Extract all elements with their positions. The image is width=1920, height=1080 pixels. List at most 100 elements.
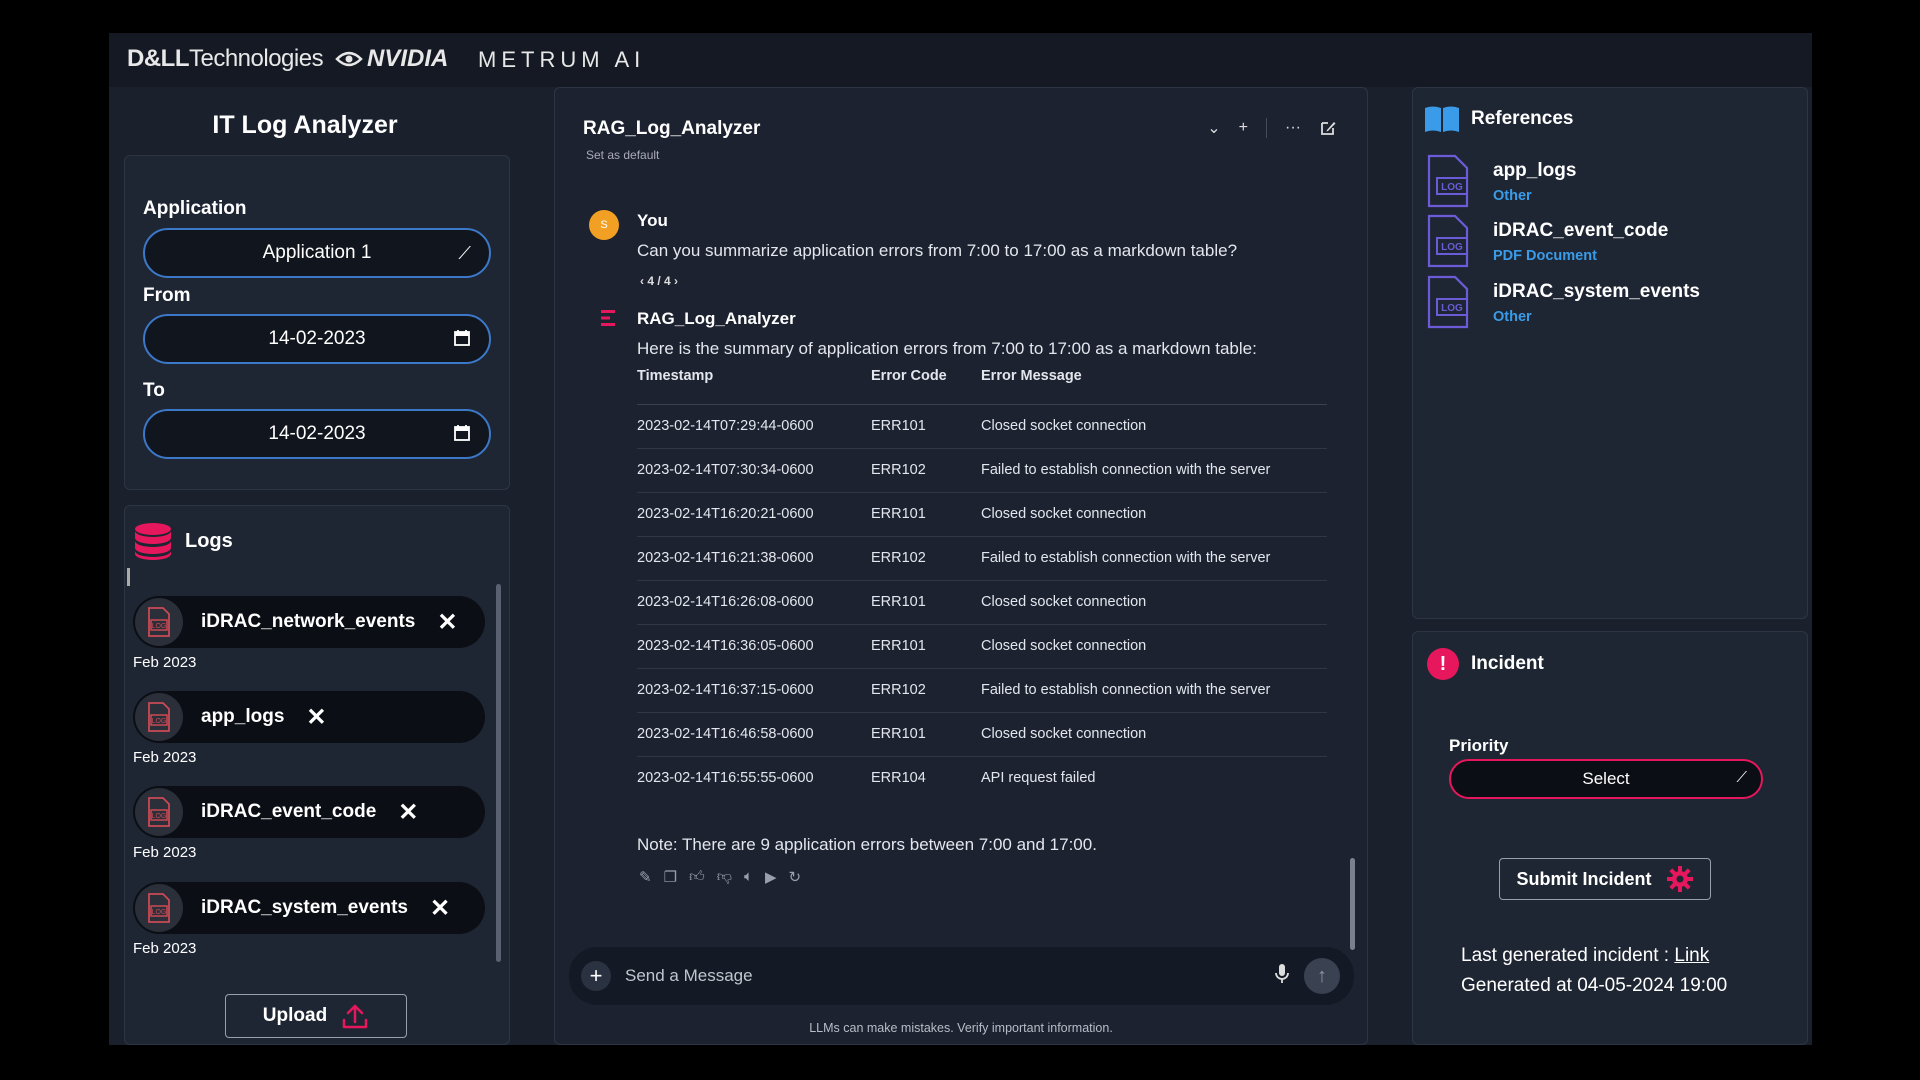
remove-log-icon[interactable]: ✕	[306, 703, 326, 732]
more-options-icon[interactable]: ···	[1285, 119, 1301, 137]
log-chip[interactable]: LOG iDRAC_event_code ✕	[133, 786, 485, 838]
submit-incident-button[interactable]: Submit Incident	[1499, 858, 1711, 900]
error-table: Timestamp Error Code Error Message 2023-…	[637, 368, 1327, 800]
to-date-field[interactable]: 14-02-2023	[143, 409, 491, 459]
message-input[interactable]	[625, 961, 1225, 991]
to-label: To	[143, 380, 165, 401]
application-label: Application	[143, 198, 247, 219]
table-row: 2023-02-14T16:20:21-0600 ERR101 Closed soc…	[637, 492, 1327, 537]
to-date-value: 14-02-2023	[268, 423, 366, 444]
reference-type: PDF Document	[1493, 248, 1597, 264]
log-chip[interactable]: LOG iDRAC_network_events ✕	[133, 596, 485, 648]
remove-log-icon[interactable]: ✕	[437, 608, 457, 637]
log-name: iDRAC_event_code	[201, 801, 377, 822]
message-actions: ✎ ❐ 👍︎ 👎︎ 🔈︎ ▶ ↻	[639, 868, 801, 886]
table-cell: Closed socket connection	[981, 580, 1327, 625]
svg-text:LOG: LOG	[1441, 182, 1463, 193]
reference-item[interactable]: LOG iDRAC_event_code PDF Document	[1425, 214, 1668, 268]
logs-scrollbar[interactable]	[496, 584, 501, 962]
copy-icon[interactable]: ❐	[664, 868, 677, 886]
upload-label: Upload	[262, 1005, 328, 1026]
table-cell: Closed socket connection	[981, 624, 1327, 669]
regenerate-icon[interactable]: ↻	[789, 868, 802, 886]
reference-name: iDRAC_system_events	[1493, 281, 1700, 302]
table-cell: ERR101	[871, 712, 981, 757]
from-date-value: 14-02-2023	[268, 328, 366, 349]
read-aloud-icon[interactable]: 🔈︎	[744, 868, 753, 886]
submit-incident-label: Submit Incident	[1516, 868, 1652, 889]
priority-label: Priority	[1449, 736, 1509, 755]
log-item: LOG iDRAC_event_code ✕ Feb 2023	[133, 786, 485, 861]
table-row: 2023-02-14T07:30:34-0600 ERR102 Failed to …	[637, 448, 1327, 493]
table-cell: 2023-02-14T07:29:44-0600	[637, 404, 871, 449]
table-cell: 2023-02-14T16:37:15-0600	[637, 668, 871, 713]
divider	[1266, 118, 1268, 138]
log-chip[interactable]: LOG app_logs ✕	[133, 691, 485, 743]
generated-at: Generated at 04-05-2024 19:00	[1461, 975, 1728, 996]
response-pager[interactable]: ‹ 4 / 4 ›	[640, 274, 678, 288]
reference-type: Other	[1493, 188, 1532, 204]
table-header-row: Timestamp Error Code Error Message	[637, 368, 1327, 405]
send-button[interactable]: ↑	[1304, 958, 1340, 994]
log-item: LOG iDRAC_network_events ✕ Feb 2023	[133, 596, 485, 671]
gear-icon	[1666, 866, 1693, 892]
edit-icon[interactable]: ✎	[639, 868, 652, 886]
table-cell: Closed socket connection	[981, 404, 1327, 449]
remove-log-icon[interactable]: ✕	[430, 894, 450, 923]
add-attachment-icon[interactable]: +	[581, 961, 611, 991]
application-value: Application 1	[262, 242, 372, 263]
reference-type: Other	[1493, 309, 1532, 325]
log-file-icon: LOG	[135, 693, 183, 741]
table-cell: Failed to establish connection with the …	[981, 668, 1327, 713]
logs-card: Logs LOG iDRAC_network_events ✕ Feb 2023…	[124, 505, 510, 1045]
incident-link[interactable]: Link	[1674, 945, 1709, 966]
reference-item[interactable]: LOG iDRAC_system_events Other	[1425, 275, 1700, 329]
log-name: app_logs	[201, 706, 285, 727]
references-panel: References LOG app_logs Other LOG iDRAC_…	[1412, 87, 1808, 619]
table-row: 2023-02-14T16:37:15-0600 ERR102 Failed to …	[637, 668, 1327, 713]
table-cell: 2023-02-14T16:26:08-0600	[637, 580, 871, 625]
chevron-down-icon[interactable]: ⌄	[1207, 118, 1220, 138]
from-date-field[interactable]: 14-02-2023	[143, 314, 491, 364]
table-cell: 2023-02-14T16:21:38-0600	[637, 536, 871, 581]
microphone-icon[interactable]	[1274, 963, 1290, 985]
log-file-icon: LOG	[135, 884, 183, 932]
thumbs-down-icon[interactable]: 👎︎	[717, 868, 732, 886]
references-header: References	[1423, 104, 1573, 134]
table-cell: ERR101	[871, 492, 981, 537]
last-generated-line: Last generated incident : Link	[1461, 945, 1709, 967]
priority-select[interactable]: Select ⟋	[1449, 759, 1763, 799]
reference-name: iDRAC_event_code	[1493, 220, 1669, 241]
table-cell: API request failed	[981, 770, 1096, 787]
thumbs-up-icon[interactable]: 👍︎	[689, 868, 705, 886]
table-cell: ERR101	[871, 404, 981, 449]
svg-text:LOG: LOG	[152, 909, 167, 916]
new-chat-edit-icon[interactable]	[1319, 119, 1337, 137]
logs-title: Logs	[185, 529, 233, 552]
application-select[interactable]: Application 1 ⟋	[143, 228, 491, 278]
chat-scrollbar[interactable]	[1350, 858, 1355, 950]
filter-card: Application Application 1 ⟋ From 14-02-2…	[124, 155, 510, 490]
upload-icon	[342, 1004, 368, 1029]
page-title: IT Log Analyzer	[212, 111, 398, 139]
remove-log-icon[interactable]: ✕	[398, 798, 418, 827]
table-row: 2023-02-14T16:46:58-0600 ERR101 Closed soc…	[637, 712, 1327, 757]
logs-header: Logs	[133, 521, 233, 561]
table-cell: Failed to establish connection with the …	[981, 448, 1327, 493]
log-chip[interactable]: LOG iDRAC_system_events ✕	[133, 882, 485, 934]
table-row: 2023-02-14T07:29:44-0600 ERR101 Closed soc…	[637, 404, 1327, 449]
bot-note: Note: There are 9 application errors bet…	[637, 835, 1097, 854]
table-row: 2023-02-14T16:55:55-0600 ERR104 API reques…	[637, 756, 1327, 800]
reference-item[interactable]: LOG app_logs Other	[1425, 154, 1576, 208]
add-model-icon[interactable]: +	[1239, 119, 1248, 137]
last-generated-label: Last generated incident :	[1461, 945, 1675, 966]
table-cell: ERR101	[871, 624, 981, 669]
play-icon[interactable]: ▶	[765, 868, 777, 886]
pager-count: 4 / 4	[647, 274, 671, 288]
set-default-link[interactable]: Set as default	[586, 148, 659, 162]
upload-button[interactable]: Upload	[225, 994, 407, 1038]
scroll-marker	[127, 568, 130, 586]
model-selector[interactable]: RAG_Log_Analyzer	[583, 118, 760, 140]
table-cell: 2023-02-14T16:55:55-0600	[637, 770, 814, 787]
priority-value: Select	[1582, 769, 1630, 788]
